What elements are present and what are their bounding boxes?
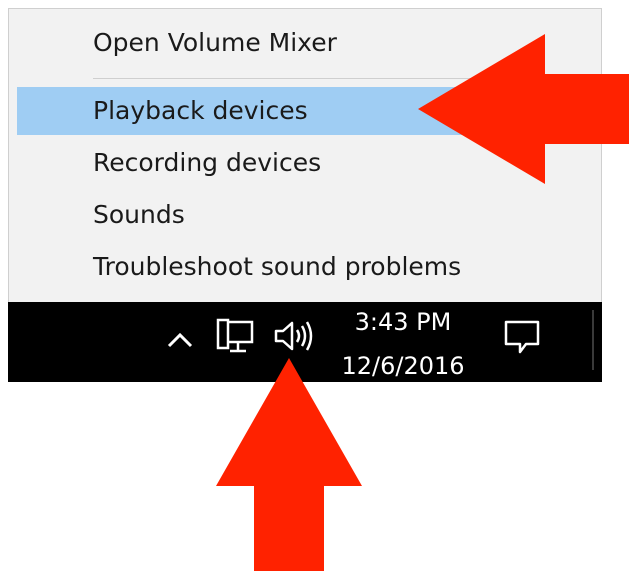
menu-item-label: Troubleshoot sound problems [93, 252, 462, 281]
arrow-up-icon [216, 358, 362, 571]
menu-item-label: Recording devices [93, 148, 322, 177]
network-icon[interactable] [214, 318, 258, 358]
menu-item-sounds[interactable]: Sounds [17, 191, 593, 239]
clock-time: 3:43 PM [354, 308, 452, 336]
menu-item-troubleshoot-sound-problems[interactable]: Troubleshoot sound problems [17, 243, 593, 291]
chevron-up-icon[interactable] [164, 324, 196, 356]
show-desktop-divider [592, 310, 594, 370]
menu-item-label: Playback devices [93, 96, 308, 125]
speaker-icon[interactable] [270, 316, 318, 356]
arrow-left-icon [418, 34, 629, 184]
action-center-icon[interactable] [502, 318, 542, 358]
menu-item-label: Open Volume Mixer [93, 28, 337, 57]
menu-item-label: Sounds [93, 200, 185, 229]
